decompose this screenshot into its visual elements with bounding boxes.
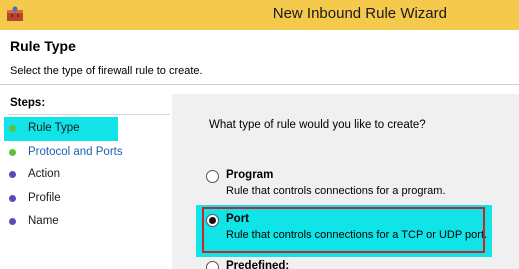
steps-divider (8, 114, 170, 115)
step-action[interactable]: Action (4, 163, 118, 187)
step-bullet-icon (9, 218, 16, 225)
option-description: Rule that controls connections for a pro… (226, 185, 446, 197)
step-profile[interactable]: Profile (4, 187, 118, 211)
window-title: New Inbound Rule Wizard (272, 5, 447, 22)
wizard-header: Rule Type Select the type of firewall ru… (0, 30, 519, 85)
step-label: Name (28, 215, 59, 227)
step-label: Action (28, 168, 60, 180)
predefined-radio[interactable] (206, 261, 219, 269)
step-label: Rule Type (28, 122, 80, 134)
step-bullet-icon (9, 149, 16, 156)
step-protocol-and-ports[interactable]: Protocol and Ports (4, 141, 123, 165)
page-title: Rule Type (10, 38, 76, 54)
step-label: Protocol and Ports (28, 146, 123, 158)
step-bullet-icon (9, 125, 16, 132)
page-subtitle: Select the type of firewall rule to crea… (10, 65, 203, 77)
step-name[interactable]: Name (4, 210, 118, 234)
program-radio[interactable] (206, 170, 219, 183)
step-bullet-icon (9, 171, 16, 178)
steps-heading: Steps: (10, 97, 46, 109)
option-label: Program (226, 169, 274, 181)
step-rule-type[interactable]: Rule Type (4, 117, 118, 141)
steps-panel: Steps: Rule Type Protocol and Ports Acti… (0, 94, 172, 269)
step-bullet-icon (9, 195, 16, 202)
rule-type-question: What type of rule would you like to crea… (209, 119, 426, 131)
port-annotation-box (202, 207, 485, 253)
option-label: Predefined: (226, 260, 290, 269)
title-bar: New Inbound Rule Wizard (0, 0, 519, 30)
step-label: Profile (28, 192, 61, 204)
